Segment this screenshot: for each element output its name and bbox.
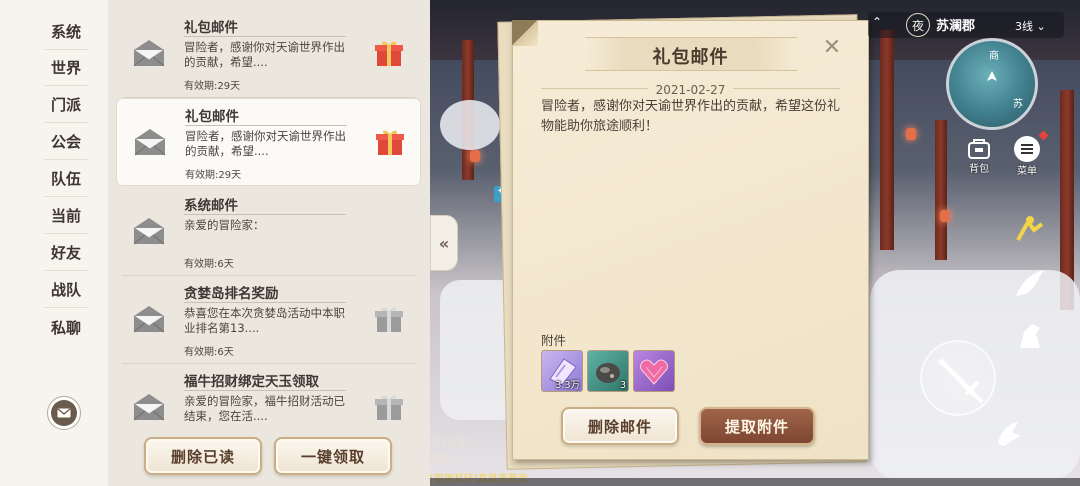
mail-list-item[interactable]: 贪婪岛排名奖励 恭喜您在本次贪婪岛活动中本职业排名第13.... 有效期:6天	[116, 276, 421, 364]
chevron-left-icon: «	[438, 233, 450, 253]
close-icon[interactable]: ✕	[821, 37, 843, 59]
mail-title: 礼包邮件	[185, 109, 239, 125]
delete-mail-button[interactable]: 删除邮件	[561, 407, 679, 445]
category-squad[interactable]: 战队	[44, 272, 88, 308]
mail-list-item[interactable]: 礼包邮件 冒险者，感谢你对天谕世界作出的贡献，希望.... 有效期:29天	[116, 10, 421, 98]
category-sect[interactable]: 门派	[44, 87, 88, 123]
line-label: 3线	[1015, 20, 1033, 33]
divider	[184, 214, 346, 215]
detail-body: 冒险者，感谢你对天谕世界作出的贡献，希望这份礼物能助你旅途顺利！	[541, 99, 841, 134]
chevron-down-icon: ⌄	[1036, 20, 1046, 33]
category-private[interactable]: 私聊	[44, 309, 88, 345]
mail-title: 礼包邮件	[184, 20, 238, 36]
category-guild[interactable]: 公会	[44, 124, 88, 160]
pink-heart-gem-icon	[640, 359, 668, 385]
category-current[interactable]: 当前	[44, 198, 88, 234]
detail-title: 礼包邮件	[652, 47, 729, 68]
category-team[interactable]: 队伍	[44, 161, 88, 197]
mail-detail-panel: 礼包邮件 ✕ 2021-02-27 冒险者，感谢你对天谕世界作出的贡献，希望这份…	[512, 20, 869, 460]
mail-expiry: 有效期:29天	[185, 170, 242, 181]
mail-title: 福牛招财绑定天玉领取	[184, 374, 319, 390]
mount-horse-icon[interactable]	[1012, 318, 1048, 354]
category-world[interactable]: 世界	[44, 50, 88, 86]
player-arrow-icon	[987, 71, 997, 81]
chat-line: 镇妖	[430, 454, 450, 465]
attachment-count: 3	[619, 380, 626, 391]
attachment-slot[interactable]: 3.3万	[541, 350, 583, 392]
night-badge: 夜	[906, 13, 930, 37]
envelope-icon	[133, 218, 165, 245]
mail-list-item[interactable]: 系统邮件 亲爱的冒险家： 有效期:6天	[116, 188, 421, 276]
bag-label: 背包	[969, 164, 989, 175]
server-line-selector[interactable]: 3线 ⌄	[1015, 18, 1046, 34]
collapse-panel-button[interactable]: «	[430, 215, 458, 271]
attachment-count: 3.3万	[555, 380, 580, 391]
chat-category-sidebar: 系统 世界 门派 公会 队伍 当前 好友 战队 私聊	[0, 0, 108, 486]
attachment-slot[interactable]: 3	[587, 350, 629, 392]
mail-expiry: 有效期:29天	[184, 81, 241, 92]
menu-button[interactable]: 菜单	[1014, 136, 1040, 177]
divider	[184, 302, 346, 303]
category-system[interactable]: 系统	[44, 14, 88, 50]
minimap[interactable]: 商 苏	[946, 38, 1038, 130]
minimap-label: 苏	[1013, 99, 1023, 110]
envelope-icon	[51, 400, 77, 426]
chevron-up-icon[interactable]: ⌃	[872, 15, 882, 29]
divider	[185, 125, 347, 126]
detail-date: 2021-02-27	[513, 83, 868, 97]
wing-skill-icon[interactable]	[1012, 266, 1048, 302]
red-gift-icon	[375, 41, 403, 66]
bottom-strip	[430, 478, 1080, 486]
divider	[184, 390, 346, 391]
mail-preview: 冒险者，感谢你对天谕世界作出的贡献，希望....	[184, 40, 345, 69]
mail-preview: 亲爱的冒险家：	[184, 218, 265, 232]
mail-list-panel: 礼包邮件 冒险者，感谢你对天谕世界作出的贡献，希望.... 有效期:29天 礼包…	[108, 0, 430, 486]
minimap-label: 商	[989, 51, 999, 62]
menu-label: 菜单	[1017, 166, 1037, 177]
bag-button[interactable]: 背包	[966, 136, 992, 175]
mail-expiry: 有效期:6天	[184, 347, 234, 358]
sword-icon	[938, 358, 984, 404]
extract-attachments-button[interactable]: 提取附件	[699, 407, 815, 445]
category-friends[interactable]: 好友	[44, 235, 88, 271]
envelope-icon	[133, 394, 165, 421]
area-name: 苏澜郡	[936, 19, 976, 34]
mail-expiry: 有效期:6天	[184, 259, 234, 270]
backpack-icon	[968, 139, 990, 159]
envelope-icon	[134, 129, 166, 156]
red-gift-icon	[376, 130, 404, 155]
claim-all-button[interactable]: 一键领取	[274, 437, 392, 475]
attachment-slot[interactable]	[633, 350, 675, 392]
mail-list-item-selected[interactable]: 礼包邮件 冒险者，感谢你对天谕世界作出的贡献，希望.... 有效期:29天	[116, 98, 421, 186]
attack-button[interactable]	[920, 340, 996, 416]
menu-icon	[1014, 136, 1040, 162]
grey-gift-icon	[375, 395, 403, 420]
mail-button[interactable]	[47, 396, 81, 430]
grey-gift-icon	[375, 307, 403, 332]
mail-preview: 亲爱的冒险家，福牛招财活动已结束，您在活....	[184, 394, 345, 423]
mail-preview: 恭喜您在本次贪婪岛活动中本职业排名第13....	[184, 306, 345, 335]
dodge-skill-icon[interactable]	[990, 414, 1026, 450]
date-text: 2021-02-27	[647, 83, 734, 97]
delete-read-button[interactable]: 删除已读	[144, 437, 262, 475]
envelope-icon	[133, 306, 165, 333]
mail-preview: 冒险者，感谢你对天谕世界作出的贡献，希望....	[185, 129, 346, 158]
mail-title: 系统邮件	[184, 198, 238, 214]
envelope-icon	[133, 40, 165, 67]
attachments-label: 附件	[541, 333, 567, 348]
divider	[184, 36, 346, 37]
chat-line: 青1-4速	[430, 438, 467, 449]
mail-title: 贪婪岛排名奖励	[184, 286, 279, 302]
sprint-skill-icon[interactable]	[1012, 212, 1048, 248]
